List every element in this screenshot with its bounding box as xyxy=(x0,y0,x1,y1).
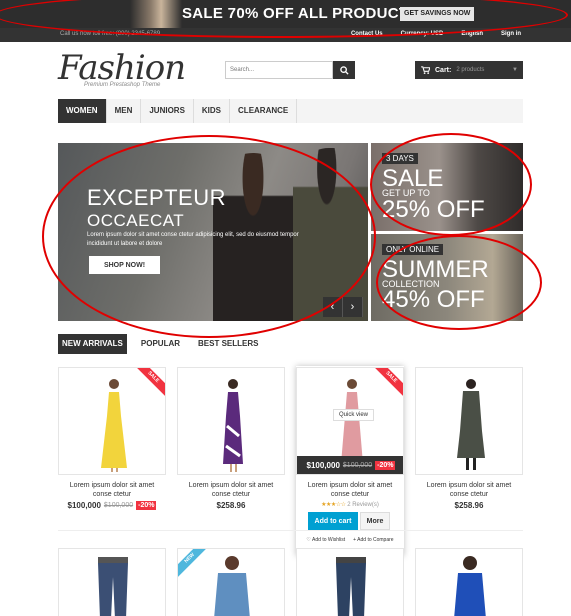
product-actions: ♡ Add to Wishlist + Add to Compare xyxy=(296,537,404,543)
nav-juniors[interactable]: JUNIORS xyxy=(141,99,194,123)
product-card[interactable]: SALE Lorem ipsum dolor sit amet conse ct… xyxy=(58,367,166,517)
tab-popular[interactable]: POPULAR xyxy=(137,334,184,354)
nav-men[interactable]: MEN xyxy=(107,99,142,123)
product-price: $100,000 xyxy=(67,501,101,510)
cart-button[interactable]: Cart: 2 products ▼ xyxy=(415,61,523,79)
plus-icon: + xyxy=(353,537,357,543)
compare-link[interactable]: + Add to Compare xyxy=(353,537,393,543)
add-to-cart-button[interactable]: Add to cart xyxy=(308,512,358,530)
tab-new-arrivals[interactable]: NEW ARRIVALS xyxy=(58,334,127,354)
sale-ribbon: SALE xyxy=(137,368,165,396)
product-tabs: NEW ARRIVALS POPULAR BEST SELLERS xyxy=(58,334,272,354)
dress-image xyxy=(223,379,243,472)
sale-ribbon: SALE xyxy=(375,368,403,396)
next-arrow-icon[interactable]: › xyxy=(343,297,363,317)
product-image[interactable] xyxy=(177,367,285,475)
discount-badge: -20% xyxy=(136,501,157,510)
product-card[interactable]: NEW xyxy=(177,548,285,616)
search-button[interactable] xyxy=(333,61,355,79)
product-card[interactable] xyxy=(58,548,166,616)
product-name[interactable]: Lorem ipsum dolor sit amet conse ctetur xyxy=(181,481,281,499)
product-price-row: $100,000 $100,000 -20% xyxy=(58,501,166,510)
jeans-image xyxy=(336,557,366,616)
hover-price-bar: $100,000 $100,000 -20% xyxy=(297,456,403,474)
wishlist-link[interactable]: ♡ Add to Wishlist xyxy=(306,537,345,543)
product-name[interactable]: Lorem ipsum dolor sit amet conse ctetur xyxy=(419,481,519,499)
nav-clearance[interactable]: CLEARANCE xyxy=(230,99,298,123)
compare-label: Add to Compare xyxy=(357,537,394,543)
dress-image xyxy=(101,379,127,472)
product-image[interactable]: NEW xyxy=(177,548,285,616)
chevron-down-icon: ▼ xyxy=(512,67,518,73)
sign-in-link[interactable]: Sign in xyxy=(501,31,521,37)
jacket-image xyxy=(214,556,250,616)
product-image[interactable]: SALE Quick view $100,000 $100,000 -20% xyxy=(296,367,404,475)
cart-count: 2 products xyxy=(456,67,485,73)
star-rating-icon: ★★★☆☆ xyxy=(321,502,346,508)
new-ribbon: NEW xyxy=(178,549,206,577)
product-name[interactable]: Lorem ipsum dolor sit amet conse ctetur xyxy=(62,481,162,499)
product-name[interactable]: Lorem ipsum dolor sit amet conse ctetur xyxy=(300,481,400,499)
quick-view-button[interactable]: Quick view xyxy=(333,409,375,421)
jeans-image xyxy=(98,557,128,616)
product-image[interactable] xyxy=(415,548,523,616)
dress-image xyxy=(454,556,486,616)
annotation-ellipse xyxy=(370,133,532,236)
search-icon xyxy=(339,65,349,75)
main-nav: WOMEN MEN JUNIORS KIDS CLEARANCE xyxy=(58,99,523,123)
product-card[interactable]: Lorem ipsum dolor sit amet conse ctetur … xyxy=(177,367,285,517)
product-card[interactable] xyxy=(415,548,523,616)
product-price: $100,000 xyxy=(306,460,340,470)
product-image[interactable]: SALE xyxy=(58,367,166,475)
heart-icon: ♡ xyxy=(306,537,311,543)
old-price: $100,000 xyxy=(342,461,373,469)
product-card[interactable] xyxy=(296,548,404,616)
logo-tagline: Premium Prestashop Theme xyxy=(84,82,161,88)
annotation-ellipse xyxy=(376,235,542,330)
product-image[interactable] xyxy=(415,367,523,475)
divider xyxy=(58,530,523,531)
product-image[interactable] xyxy=(58,548,166,616)
annotation-ellipse xyxy=(42,135,376,338)
cart-icon xyxy=(421,66,430,74)
search-input[interactable]: Search... xyxy=(225,61,333,79)
page: SALE 70% OFF ALL PRODUCTS GET SAVINGS NO… xyxy=(0,0,571,616)
nav-women[interactable]: WOMEN xyxy=(58,99,107,123)
cart-label: Cart: xyxy=(435,66,452,74)
product-card[interactable]: Lorem ipsum dolor sit amet conse ctetur … xyxy=(415,367,523,517)
product-price-row: $258.96 xyxy=(177,501,285,510)
product-image[interactable] xyxy=(296,548,404,616)
discount-badge: -20% xyxy=(375,460,396,470)
product-price: $258.96 xyxy=(454,501,484,510)
product-card[interactable]: SALE Quick view $100,000 $100,000 -20% L… xyxy=(296,367,404,557)
review-count: 2 Review(s) xyxy=(347,502,379,508)
more-button[interactable]: More xyxy=(360,512,390,530)
wishlist-label: Add to Wishlist xyxy=(312,537,346,543)
product-rating: ★★★☆☆ 2 Review(s) xyxy=(296,501,404,508)
product-price: $258.96 xyxy=(216,501,246,510)
old-price: $100,000 xyxy=(103,502,134,509)
nav-kids[interactable]: KIDS xyxy=(194,99,231,123)
product-price-row: $258.96 xyxy=(415,501,523,510)
coat-image xyxy=(457,379,485,470)
